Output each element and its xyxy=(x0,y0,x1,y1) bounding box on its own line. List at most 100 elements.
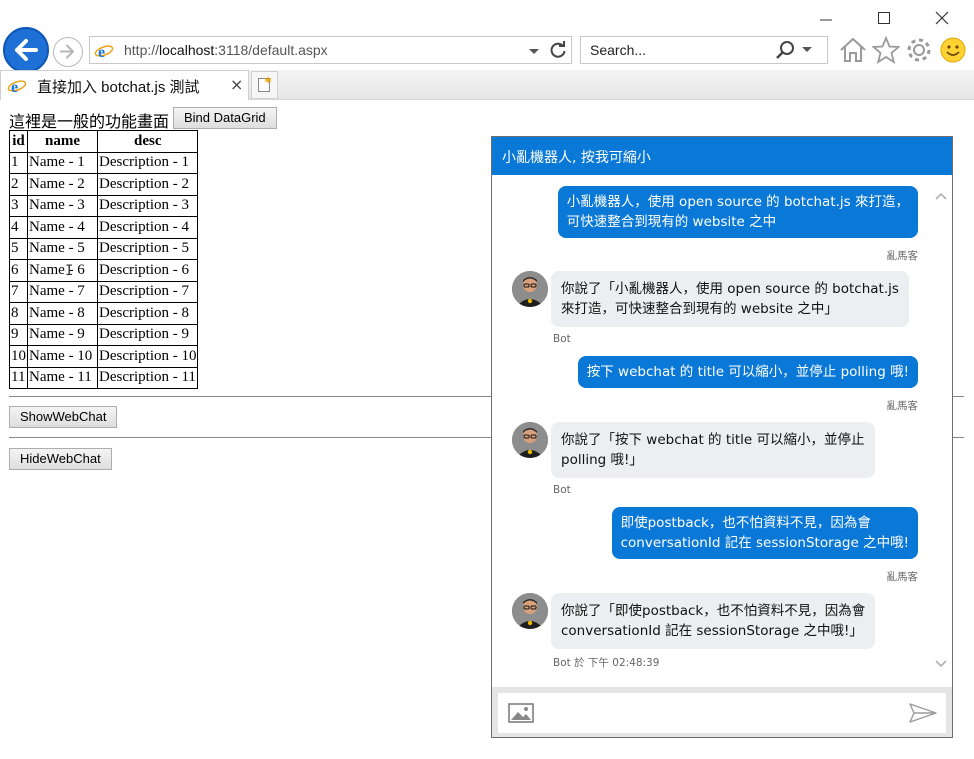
cell-id: 8 xyxy=(9,302,28,325)
cell-name: Name - 1 xyxy=(27,151,98,174)
svg-text:e: e xyxy=(11,79,18,95)
cell-id: 3 xyxy=(9,194,28,217)
column-header-desc: desc xyxy=(96,130,199,153)
cell-id: 1 xyxy=(9,151,28,174)
back-arrow-icon[interactable] xyxy=(3,27,49,73)
table-row: 3 Name - 3 Description - 3 xyxy=(9,194,199,217)
message-text: 按下 webchat 的 title 可以縮小，並停止 polling 哦! xyxy=(586,364,909,380)
search-icon[interactable] xyxy=(776,40,816,64)
message-sender: Bot 於 下午 02:48:39 xyxy=(553,657,660,669)
hide-webchat-button[interactable]: HideWebChat xyxy=(9,448,112,470)
cell-name: Name - 4 xyxy=(27,216,98,239)
message-sender: Bot xyxy=(553,333,571,345)
cell-id: 4 xyxy=(9,216,28,239)
cell-id: 9 xyxy=(9,323,28,346)
show-webchat-button[interactable]: ShowWebChat xyxy=(9,406,118,428)
message-text: 你說了「即使postback，也不怕資料不見，因為會 xyxy=(561,603,866,619)
webchat-title[interactable]: 小亂機器人, 按我可縮小 xyxy=(492,137,952,175)
page-intro-text: 這裡是一般的功能畫面 xyxy=(9,112,170,131)
cell-name: Name - 6 xyxy=(27,259,98,282)
bot-avatar xyxy=(512,422,548,458)
cell-desc: Description - 8 xyxy=(96,302,199,325)
tab-title: 直接加入 botchat.js 測試 xyxy=(37,79,200,96)
bot-message: 你說了「即使postback，也不怕資料不見，因為會 conversationI… xyxy=(551,593,876,649)
cell-desc: Description - 6 xyxy=(96,259,199,282)
ie-logo-icon: e xyxy=(7,77,27,99)
cell-desc: Description - 3 xyxy=(96,194,199,217)
user-message: 即使postback，也不怕資料不見，因為會 conversationId 記在… xyxy=(611,507,918,559)
message-text: 你說了「按下 webchat 的 title 可以縮小，並停止 xyxy=(561,432,865,448)
table-row: 1 Name - 1 Description - 1 xyxy=(9,151,199,174)
message-sender: Bot xyxy=(553,484,571,496)
cell-desc: Description - 7 xyxy=(96,280,199,303)
message-text: 你說了「小亂機器人，使用 open source 的 botchat.js xyxy=(561,281,899,297)
bind-datagrid-button[interactable]: Bind DataGrid xyxy=(173,107,277,129)
cell-name: Name - 2 xyxy=(27,173,98,196)
maximize-icon[interactable] xyxy=(871,8,897,28)
grid-header-row: id name desc xyxy=(9,130,199,153)
table-row: 2 Name - 2 Description - 2 xyxy=(9,173,199,196)
cell-name: Name - 5 xyxy=(27,237,98,260)
minimize-icon[interactable] xyxy=(813,8,839,28)
column-header-id: id xyxy=(9,130,28,153)
table-row: 7 Name - 7 Description - 7 xyxy=(9,280,199,303)
cell-id: 11 xyxy=(9,366,28,389)
table-row: 10 Name - 10 Description - 10 xyxy=(9,345,199,368)
cell-desc: Description - 10 xyxy=(96,345,199,368)
star-icon[interactable] xyxy=(871,35,901,68)
message-text: 可快速整合到現有的 website 之中 xyxy=(566,214,777,230)
chat-input-area xyxy=(492,687,952,737)
refresh-icon[interactable] xyxy=(548,40,568,64)
user-message: 按下 webchat 的 title 可以縮小，並停止 polling 哦! xyxy=(577,356,918,388)
address-bar[interactable]: e http://localhost:3118/default.aspx xyxy=(89,36,572,64)
cell-id: 7 xyxy=(9,280,28,303)
table-row: 5 Name - 5 Description - 5 xyxy=(9,237,199,260)
cell-name: Name - 8 xyxy=(27,302,98,325)
close-icon[interactable] xyxy=(929,8,955,28)
cell-desc: Description - 4 xyxy=(96,216,199,239)
url-text: http://localhost:3118/default.aspx xyxy=(124,42,328,58)
message-text: conversationId 記在 sessionStorage 之中哦!」 xyxy=(561,623,863,639)
table-row: 6 Name - 6 Description - 6 xyxy=(9,259,199,282)
dropdown-icon[interactable] xyxy=(528,43,540,62)
cell-name: Name - 7 xyxy=(27,280,98,303)
text-cursor-icon: I xyxy=(65,263,74,279)
webchat-history: 小亂機器人，使用 open source 的 botchat.js 來打造， 可… xyxy=(492,175,952,687)
search-placeholder: Search... xyxy=(590,42,647,58)
forward-arrow-icon[interactable] xyxy=(53,37,83,67)
table-row: 4 Name - 4 Description - 4 xyxy=(9,216,199,239)
data-grid: id name desc 1 Name - 1 Description - 1 2 Na… xyxy=(9,130,199,389)
bot-message: 你說了「小亂機器人，使用 open source 的 botchat.js 來打… xyxy=(551,271,909,327)
new-tab-icon[interactable] xyxy=(251,71,278,99)
send-icon[interactable] xyxy=(908,702,938,728)
message-text: conversationId 記在 sessionStorage 之中哦! xyxy=(620,535,909,551)
cell-desc: Description - 1 xyxy=(96,151,199,174)
message-text: 即使postback，也不怕資料不見，因為會 xyxy=(620,515,871,531)
tab-current[interactable]: e 直接加入 botchat.js 測試 × xyxy=(0,70,249,100)
webchat-panel: 小亂機器人, 按我可縮小 小亂機器人，使用 open source 的 botc… xyxy=(491,136,953,738)
cell-name: Name - 10 xyxy=(27,345,98,368)
chat-scrollbar[interactable] xyxy=(932,185,950,675)
cell-desc: Description - 2 xyxy=(96,173,199,196)
cell-name: Name - 11 xyxy=(27,366,98,389)
tab-close-icon[interactable]: × xyxy=(230,75,243,94)
table-row: 11 Name - 11 Description - 11 xyxy=(9,366,199,389)
image-upload-icon[interactable] xyxy=(508,703,534,727)
cell-id: 5 xyxy=(9,237,28,260)
cell-desc: Description - 5 xyxy=(96,237,199,260)
cell-desc: Description - 9 xyxy=(96,323,199,346)
message-sender: 亂馬客 xyxy=(886,571,919,583)
gear-icon[interactable] xyxy=(905,36,933,68)
cell-name: Name - 3 xyxy=(27,194,98,217)
cell-id: 10 xyxy=(9,345,28,368)
message-text: 小亂機器人，使用 open source 的 botchat.js 來打造， xyxy=(566,194,909,210)
chat-message-input[interactable] xyxy=(498,693,946,733)
smiley-icon[interactable] xyxy=(939,36,967,68)
cell-name: Name - 9 xyxy=(27,323,98,346)
message-sender: 亂馬客 xyxy=(886,400,919,412)
column-header-name: name xyxy=(27,130,98,153)
user-message: 小亂機器人，使用 open source 的 botchat.js 來打造， 可… xyxy=(557,186,918,238)
search-bar[interactable]: Search... xyxy=(580,36,828,64)
home-icon[interactable] xyxy=(838,36,868,68)
cell-desc: Description - 11 xyxy=(96,366,199,389)
